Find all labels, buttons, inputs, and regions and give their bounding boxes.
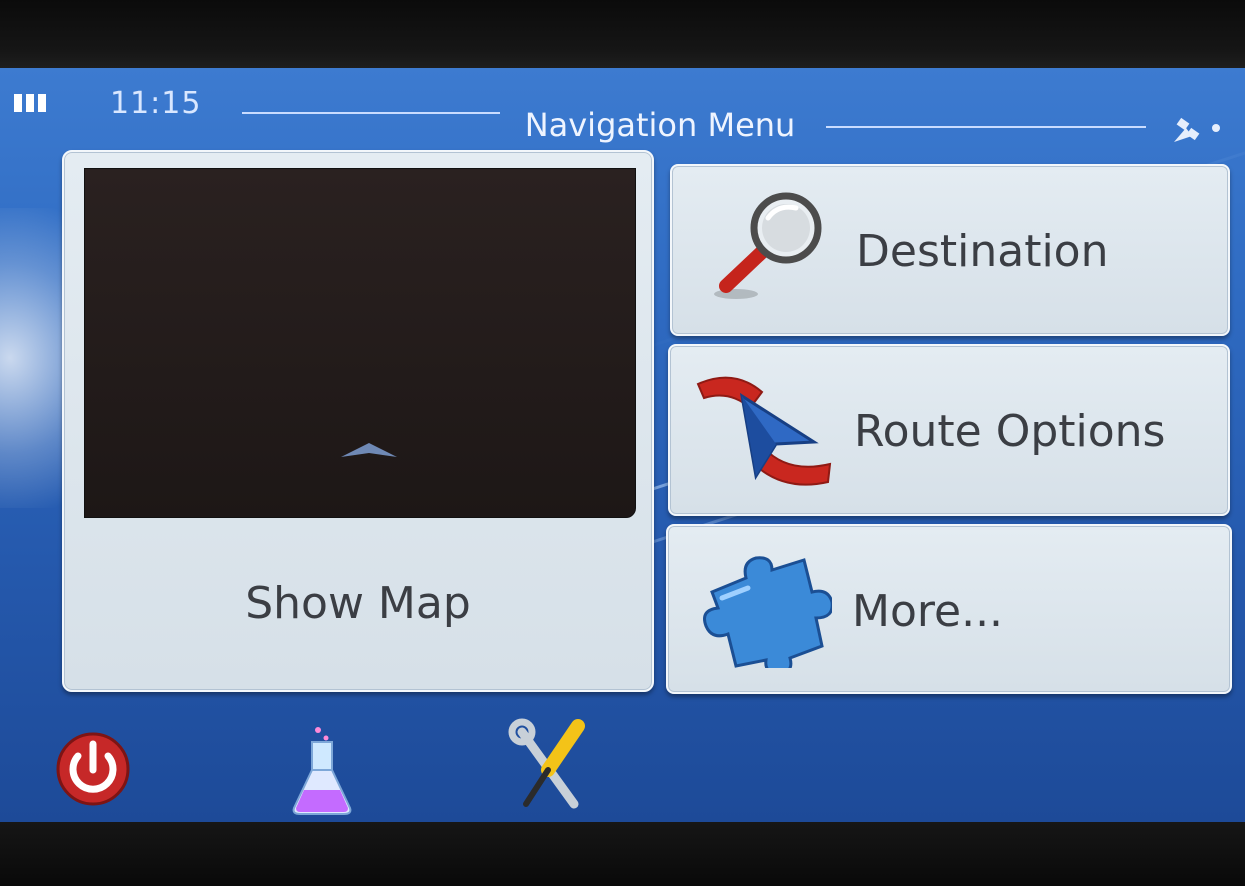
- magnifier-icon: [714, 192, 822, 299]
- map-preview: [84, 168, 636, 518]
- route-arrow-icon: [696, 376, 832, 486]
- screen: 11:15 Navigation Menu Show Map Destinati…: [0, 68, 1245, 824]
- more-label: More...: [852, 586, 1004, 637]
- device-bezel-top: [0, 0, 1245, 70]
- puzzle-piece-icon: [703, 556, 832, 668]
- status-bar: 11:15 Navigation Menu: [0, 68, 1245, 148]
- tools-icon[interactable]: [508, 718, 588, 814]
- show-map-button[interactable]: Show Map: [62, 150, 654, 692]
- device-bezel-bottom: [0, 822, 1245, 886]
- signal-bars-icon: [14, 94, 48, 112]
- vehicle-position-icon: [341, 443, 397, 457]
- satellite-icon[interactable]: [1168, 114, 1228, 148]
- show-map-label: Show Map: [245, 578, 471, 629]
- title-divider-right: [826, 126, 1146, 128]
- destination-label: Destination: [856, 226, 1109, 277]
- destination-button[interactable]: Destination: [670, 164, 1230, 336]
- page-title: Navigation Menu: [524, 106, 796, 144]
- route-options-button[interactable]: Route Options: [668, 344, 1230, 516]
- more-button[interactable]: More...: [666, 524, 1232, 694]
- power-icon[interactable]: [54, 730, 132, 808]
- flask-icon[interactable]: [290, 720, 354, 816]
- route-options-label: Route Options: [854, 406, 1166, 457]
- bottom-bar: [0, 708, 1245, 824]
- clock: 11:15: [110, 86, 202, 121]
